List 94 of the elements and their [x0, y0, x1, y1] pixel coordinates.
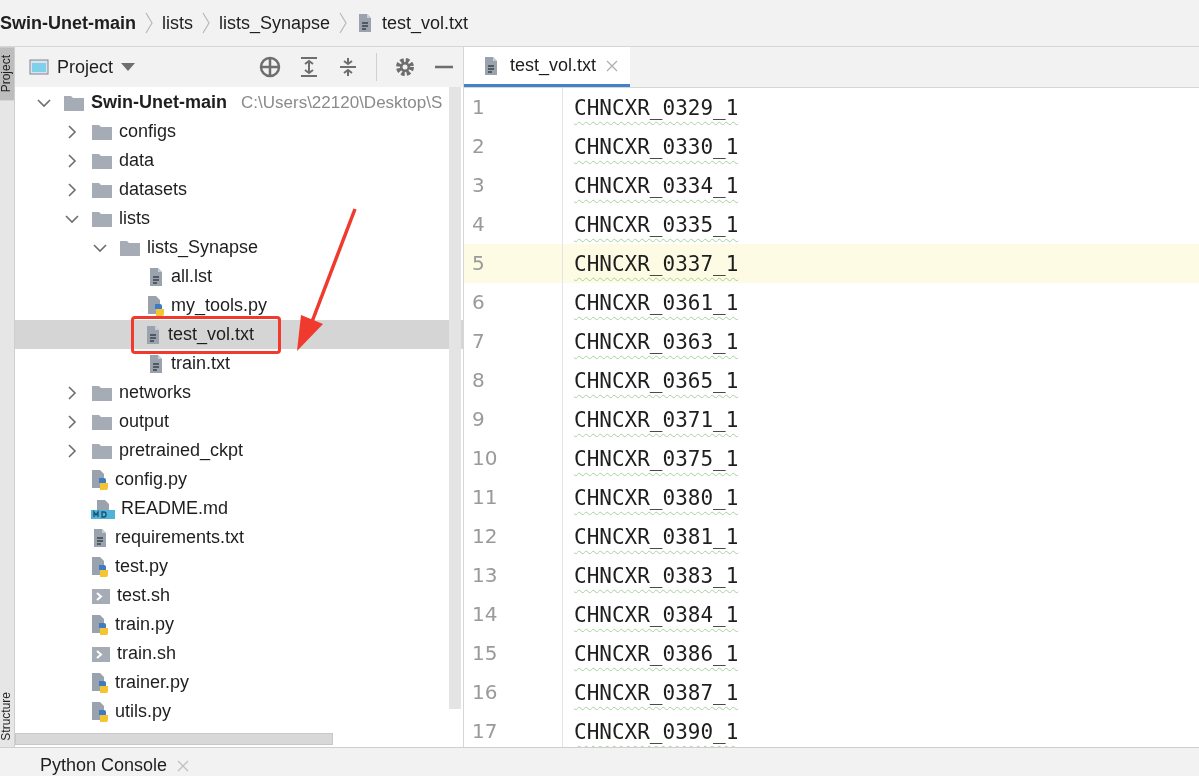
- code-line: CHNCXR_0337_1: [573, 251, 739, 276]
- locate-icon[interactable]: [259, 56, 281, 78]
- settings-icon[interactable]: [394, 56, 416, 78]
- tree-item[interactable]: Swin-Unet-main C:\Users\22120\Desktop\S: [15, 88, 463, 117]
- folder-icon: [119, 238, 141, 257]
- code-line: CHNCXR_0390_1: [573, 719, 739, 744]
- shell-script-icon: [91, 586, 111, 605]
- text-file-icon: [144, 324, 162, 345]
- text-file-icon: [147, 266, 165, 287]
- dropdown-caret-icon: [121, 63, 136, 71]
- window-icon: [29, 58, 49, 76]
- folder-icon: [91, 122, 113, 141]
- text-file-icon: [91, 527, 109, 548]
- breadcrumb-item[interactable]: lists_Synapse: [219, 12, 331, 34]
- folder-icon: [91, 383, 113, 402]
- chevron-separator-icon: [201, 11, 211, 35]
- code-line: CHNCXR_0375_1: [573, 446, 739, 471]
- line-number: 1: [464, 88, 563, 127]
- project-view-dropdown[interactable]: Project: [29, 56, 136, 78]
- code-line: CHNCXR_0381_1: [573, 524, 739, 549]
- python-file-icon: [91, 614, 109, 635]
- chevron-separator-icon: [338, 11, 349, 35]
- tree-item[interactable]: README.md: [15, 494, 463, 523]
- python-file-icon: [147, 295, 165, 316]
- line-number: 7: [464, 322, 563, 361]
- editor-tab[interactable]: test_vol.txt: [464, 47, 631, 87]
- line-number: 14: [464, 595, 563, 634]
- line-number: 3: [464, 166, 563, 205]
- tool-window-tab[interactable]: Python Console: [40, 755, 190, 776]
- line-number: 12: [464, 517, 563, 556]
- folder-icon: [63, 93, 85, 112]
- tree-item[interactable]: data: [15, 146, 463, 175]
- tree-item[interactable]: trainer.py: [15, 668, 463, 697]
- python-file-icon: [91, 556, 109, 577]
- line-number: 15: [464, 634, 563, 673]
- code-line: CHNCXR_0335_1: [573, 212, 739, 237]
- vertical-scrollbar[interactable]: [449, 87, 461, 709]
- tree-item[interactable]: all.lst: [15, 262, 463, 291]
- line-number: 8: [464, 361, 563, 400]
- code-line: CHNCXR_0365_1: [573, 368, 739, 393]
- breadcrumb-item[interactable]: lists: [162, 12, 193, 34]
- tree-item[interactable]: train.py: [15, 610, 463, 639]
- code-line: CHNCXR_0330_1: [573, 134, 739, 159]
- horizontal-scrollbar[interactable]: [15, 733, 333, 745]
- line-number: 2: [464, 127, 563, 166]
- annotation-box: test_vol.txt: [131, 315, 281, 354]
- tree-item[interactable]: requirements.txt: [15, 523, 463, 552]
- code-line: CHNCXR_0329_1: [573, 95, 739, 120]
- line-number: 16: [464, 673, 563, 712]
- folder-icon: [91, 180, 113, 199]
- tree-item[interactable]: networks: [15, 378, 463, 407]
- breadcrumb-item[interactable]: test_vol.txt: [382, 12, 469, 34]
- code-line: CHNCXR_0383_1: [573, 563, 739, 588]
- line-number: 11: [464, 478, 563, 517]
- code-line: CHNCXR_0334_1: [573, 173, 739, 198]
- text-file-icon: [482, 55, 500, 76]
- line-number: 5: [464, 244, 563, 283]
- code-line: CHNCXR_0371_1: [573, 407, 739, 432]
- python-file-icon: [91, 701, 109, 722]
- code-line: CHNCXR_0387_1: [573, 680, 739, 705]
- code-line: CHNCXR_0386_1: [573, 641, 739, 666]
- tree-item[interactable]: lists_Synapse: [15, 233, 463, 262]
- folder-icon: [91, 441, 113, 460]
- code-line: CHNCXR_0361_1: [573, 290, 739, 315]
- tree-item[interactable]: config.py: [15, 465, 463, 494]
- tree-item[interactable]: test.sh: [15, 581, 463, 610]
- folder-icon: [91, 209, 113, 228]
- code-line: CHNCXR_0384_1: [573, 602, 739, 627]
- breadcrumb-item[interactable]: Swin-Unet-main: [0, 12, 136, 34]
- line-number: 10: [464, 439, 563, 478]
- python-file-icon: [91, 469, 109, 490]
- tree-item[interactable]: test.py: [15, 552, 463, 581]
- python-file-icon: [91, 672, 109, 693]
- tree-item[interactable]: utils.py: [15, 697, 463, 726]
- text-file-icon: [147, 353, 165, 374]
- line-number: 6: [464, 283, 563, 322]
- tree-item[interactable]: pretrained_ckpt: [15, 436, 463, 465]
- file-path: C:\Users\22120\Desktop\S: [241, 92, 443, 113]
- code-line: CHNCXR_0363_1: [573, 329, 739, 354]
- tree-item[interactable]: train.sh: [15, 639, 463, 668]
- tree-item[interactable]: configs: [15, 117, 463, 146]
- expand-all-icon[interactable]: [298, 56, 320, 78]
- tree-item[interactable]: lists: [15, 204, 463, 233]
- chevron-separator-icon: [144, 11, 154, 35]
- markdown-file-icon: [91, 498, 115, 519]
- line-number: 9: [464, 400, 563, 439]
- folder-icon: [91, 151, 113, 170]
- shell-script-icon: [91, 644, 111, 663]
- tree-item[interactable]: output: [15, 407, 463, 436]
- folder-icon: [91, 412, 113, 431]
- code-line: CHNCXR_0380_1: [573, 485, 739, 510]
- line-number: 13: [464, 556, 563, 595]
- collapse-all-icon[interactable]: [337, 56, 359, 78]
- tree-item[interactable]: datasets: [15, 175, 463, 204]
